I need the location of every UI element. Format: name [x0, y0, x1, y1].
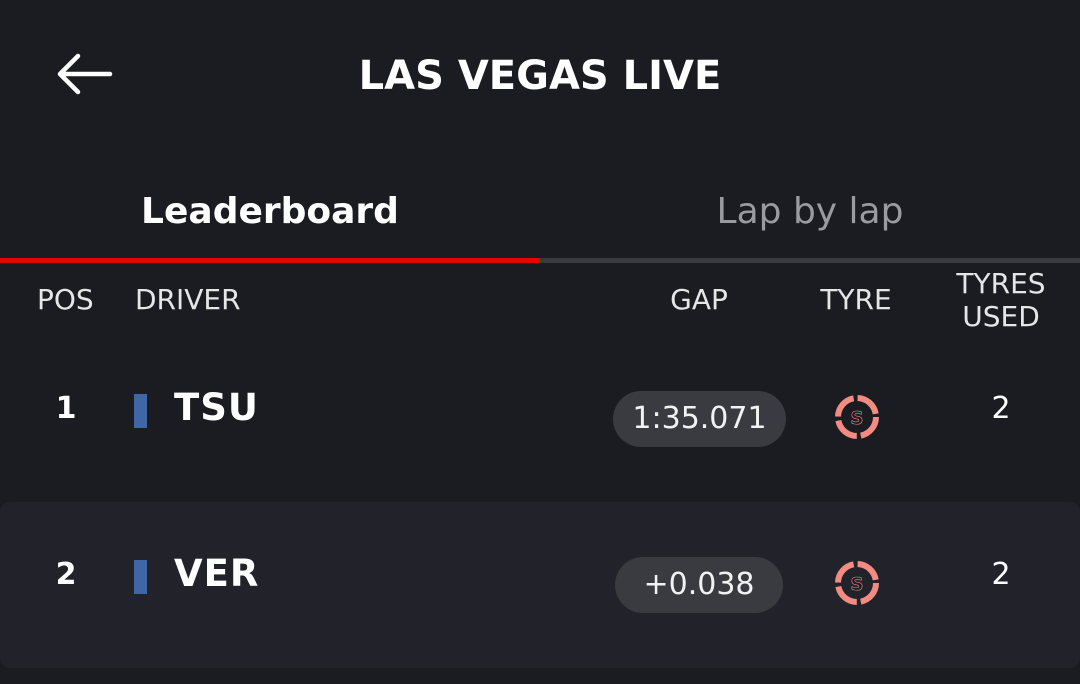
- position: 1: [55, 391, 77, 426]
- tab-bar: Leaderboard Lap by lap: [0, 180, 1080, 263]
- table-row[interactable]: 1 TSU 1:35.071 S 2: [0, 336, 1080, 502]
- tab-lap-by-lap[interactable]: Lap by lap: [540, 180, 1080, 258]
- position: 2: [55, 557, 77, 592]
- column-header-tyres-used: TYRES USED: [956, 267, 1046, 333]
- tyres-used-count: 2: [991, 557, 1011, 592]
- column-header-driver: DRIVER: [135, 283, 241, 316]
- driver-code: TSU: [174, 386, 259, 429]
- gap-badge: 1:35.071: [613, 391, 786, 447]
- soft-tyre-icon: S: [835, 395, 879, 439]
- app-root: LAS VEGAS LIVE Leaderboard Lap by lap PO…: [0, 0, 1080, 684]
- tyre-compound-label: S: [851, 408, 864, 429]
- team-color-bar: [134, 394, 147, 428]
- tyres-used-count: 2: [991, 391, 1011, 426]
- page-title: LAS VEGAS LIVE: [358, 53, 722, 99]
- column-header-pos: POS: [37, 283, 94, 316]
- column-header-gap: GAP: [670, 283, 728, 316]
- tyre-compound-label: S: [851, 574, 864, 595]
- driver-code: VER: [174, 552, 260, 595]
- table-row[interactable]: 2 VER +0.038 S 2: [0, 502, 1080, 668]
- soft-tyre-icon: S: [835, 561, 879, 605]
- team-color-bar: [134, 560, 147, 594]
- gap-badge: +0.038: [615, 557, 783, 613]
- tab-leaderboard[interactable]: Leaderboard: [0, 180, 540, 258]
- column-header-tyre: TYRE: [820, 283, 892, 316]
- table-header: POS DRIVER GAP TYRE TYRES USED: [0, 263, 1080, 343]
